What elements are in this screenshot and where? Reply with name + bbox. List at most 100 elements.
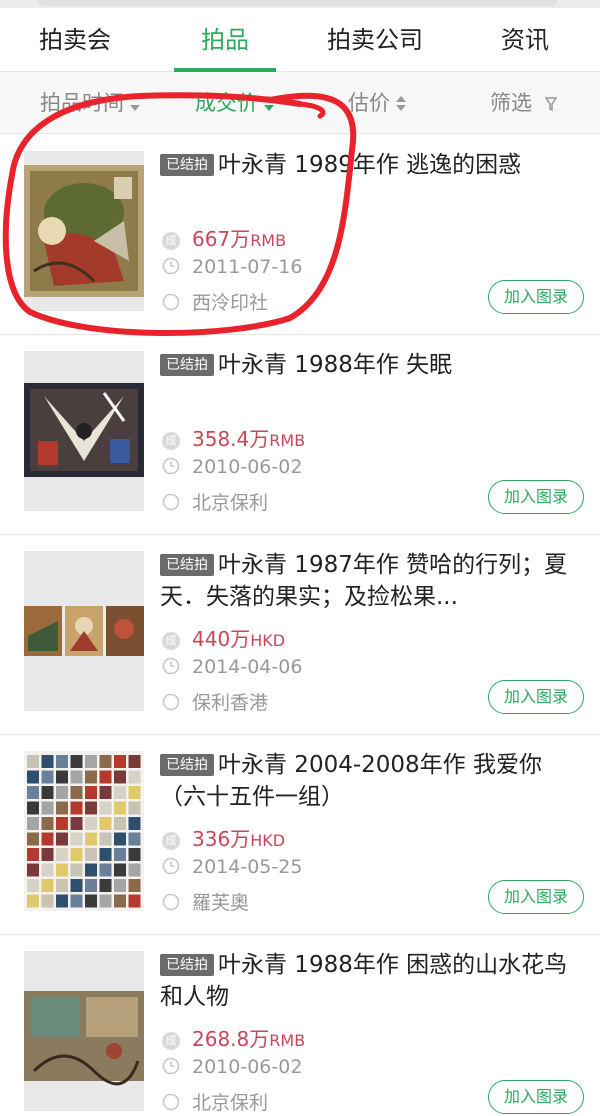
lot-title[interactable]: 已结拍 叶永青 1988年作 困惑的山水花鸟和人物 [160,949,570,1013]
artwork-tile [70,755,83,768]
lot-item[interactable]: 已结拍 叶永青 1989年作 逃逸的困惑 成 667万RMB 2011-07-16 … [0,135,600,335]
artwork-tile [56,801,68,815]
lot-house-row: 羅芙奧 [162,888,249,915]
add-to-catalog-button[interactable]: 加入图录 [488,680,584,714]
lot-thumbnail[interactable] [24,751,144,911]
artwork-tile [27,879,39,892]
sale-date: 2010-06-02 [192,1056,303,1078]
sort-lot-time[interactable]: 拍品时间 [40,72,142,134]
artwork-tile [27,786,39,799]
hammer-price: 268.8万 [192,1027,270,1051]
sale-date: 2014-05-25 [192,856,303,878]
deal-badge-icon: 成 [162,432,180,450]
deal-badge-icon: 成 [162,632,180,650]
main-tabs: 拍卖会 拍品 拍卖公司 资讯 [0,8,600,72]
artwork-tile [99,832,112,846]
tab-auctions[interactable]: 拍卖会 [20,8,130,72]
artwork-tile [85,894,97,908]
circle-icon [162,693,180,711]
artwork-tile [27,832,39,846]
artwork-tile [85,817,97,830]
tab-lots[interactable]: 拍品 [170,8,280,72]
lot-thumbnail[interactable] [24,351,144,511]
sort-estimate-label: 估价 [348,91,390,115]
price-currency: RMB [250,231,287,250]
lot-date-row: 2014-05-25 [162,856,302,878]
artwork-tile [99,786,112,799]
artwork-tile [27,801,39,815]
lot-item[interactable]: 已结拍 叶永青 1987年作 赞哈的行列；夏天．失落的果实；及捡松果... 成 44… [0,535,600,735]
lot-title[interactable]: 已结拍 叶永青 2004-2008年作 我爱你 （六十五件一组） [160,749,570,813]
artwork-tile [99,801,112,815]
auction-house: 北京保利 [192,1092,269,1114]
deal-badge-icon: 成 [162,232,180,250]
lot-title[interactable]: 已结拍 叶永青 1989年作 逃逸的困惑 [160,149,570,181]
artwork-tile [41,755,54,768]
lot-date-row: 2010-06-02 [162,1056,302,1078]
funnel-icon [544,97,557,112]
hammer-price: 358.4万 [192,427,270,451]
lot-item[interactable]: 已结拍 叶永青 2004-2008年作 我爱你 （六十五件一组） 成 336万HKD… [0,735,600,935]
lot-thumbnail[interactable] [24,951,144,1111]
lot-title[interactable]: 已结拍 叶永青 1988年作 失眠 [160,349,570,381]
artwork-tile [70,832,83,846]
artwork-tile [27,848,39,861]
artwork-tile [70,770,83,784]
artwork-image [24,991,144,1086]
status-badge: 已结拍 [160,754,214,776]
search-bar-edge[interactable] [38,0,558,6]
artwork-tile [70,894,83,908]
auction-house: 羅芙奧 [192,892,250,914]
artwork-tile [85,832,97,846]
lot-house-row: 西泠印社 [162,288,268,315]
artwork-tile [114,848,126,861]
artwork-tile [114,801,126,815]
lot-date-row: 2014-04-06 [162,656,302,678]
artwork-tile [56,832,68,846]
sort-estimate[interactable]: 估价 [348,72,408,134]
deal-badge-icon: 成 [162,1032,180,1050]
circle-icon [162,293,180,311]
lot-price-row: 成 667万RMB [162,223,286,252]
lot-title[interactable]: 已结拍 叶永青 1987年作 赞哈的行列；夏天．失落的果实；及捡松果... [160,549,570,613]
artwork-tile [41,817,54,830]
artwork-tile [128,755,141,768]
hammer-price: 440万 [192,627,251,651]
artwork-tile [128,786,141,799]
artwork-tile [41,894,54,908]
sort-hammer-price[interactable]: 成交价 [195,72,276,134]
lot-item[interactable]: 已结拍 叶永青 1988年作 困惑的山水花鸟和人物 成 268.8万RMB 2010… [0,935,600,1116]
lot-thumbnail[interactable] [24,551,144,711]
artwork-image [24,606,144,656]
tab-auction-houses[interactable]: 拍卖公司 [310,8,440,72]
artwork-tile [99,755,112,768]
lot-title-text: 叶永青 1987年作 赞哈的行列；夏天．失落的果实；及捡松果... [160,552,568,610]
artwork-tile [85,863,97,877]
artwork-tile [27,863,39,877]
artwork-image [24,383,144,477]
artwork-tile [114,786,126,799]
lot-house-row: 保利香港 [162,688,268,715]
circle-icon [162,1093,180,1111]
artwork-tile [56,755,68,768]
lot-price-row: 成 440万HKD [162,623,285,652]
add-to-catalog-button[interactable]: 加入图录 [488,880,584,914]
artwork-tile [41,801,54,815]
filter-button[interactable]: 筛选 [490,72,557,134]
lot-item[interactable]: 已结拍 叶永青 1988年作 失眠 成 358.4万RMB 2010-06-02 北… [0,335,600,535]
artwork-tile [128,817,141,830]
lot-thumbnail[interactable] [24,151,144,311]
clock-icon [162,1057,180,1075]
tab-news[interactable]: 资讯 [480,8,570,72]
add-to-catalog-button[interactable]: 加入图录 [488,480,584,514]
add-to-catalog-button[interactable]: 加入图录 [488,1080,584,1114]
lot-date-row: 2010-06-02 [162,456,302,478]
add-to-catalog-button[interactable]: 加入图录 [488,280,584,314]
artwork-tile [128,879,141,892]
sale-date: 2011-07-16 [192,256,303,278]
sale-date: 2010-06-02 [192,456,303,478]
auction-house: 西泠印社 [192,292,269,314]
price-currency: RMB [269,431,306,450]
artwork-tile [85,786,97,799]
artwork-tile [56,848,68,861]
